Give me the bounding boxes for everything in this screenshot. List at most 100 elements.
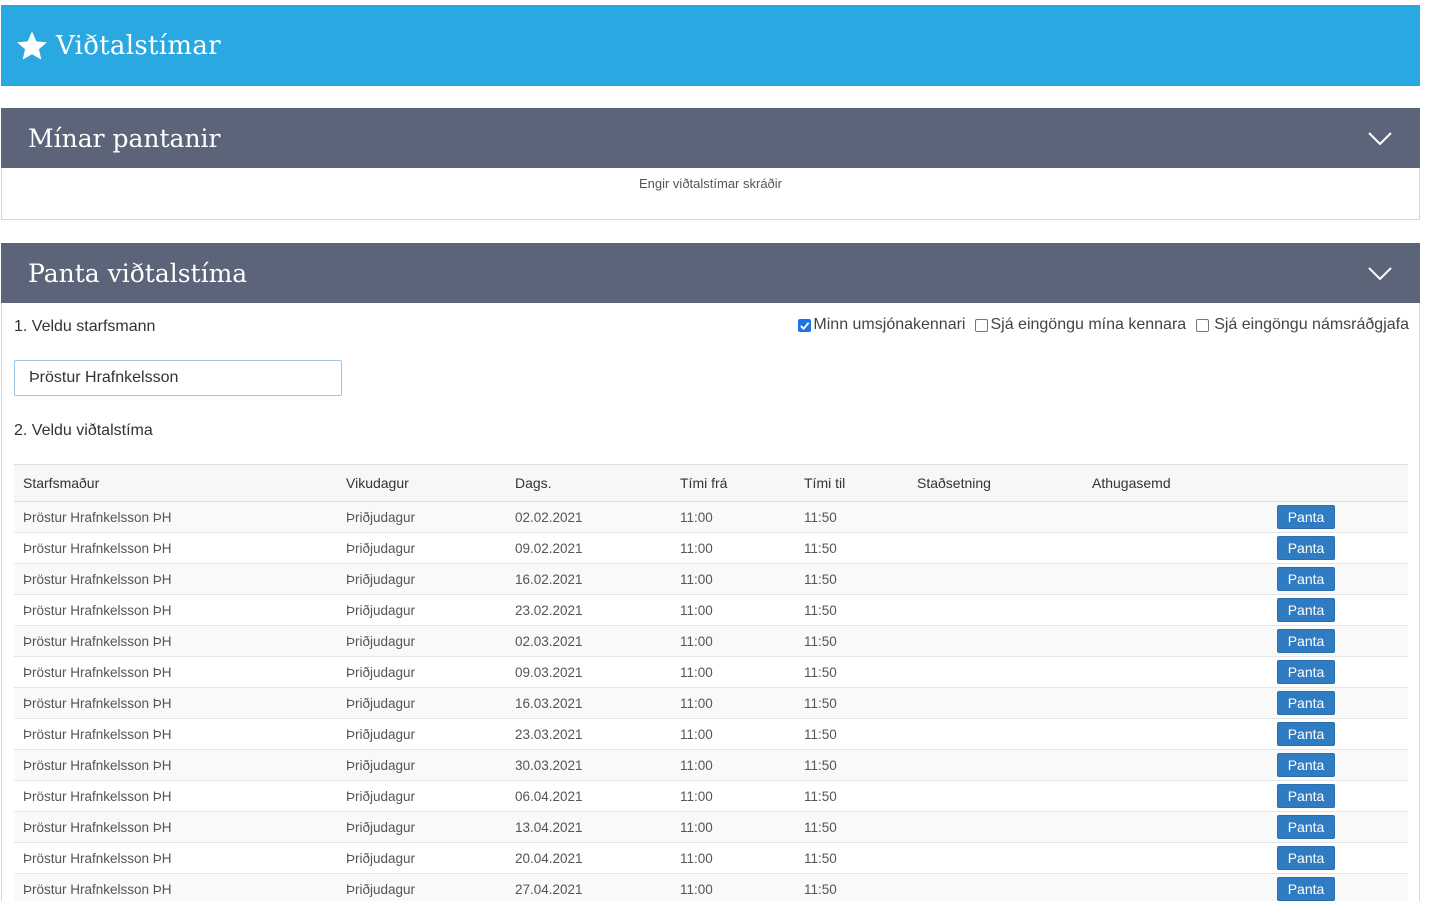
my-bookings-header[interactable]: Mínar pantanir (1, 108, 1420, 168)
page: Viðtalstímar Mínar pantanir Engir viðtal… (0, 0, 1429, 901)
cell-time-to: 11:50 (795, 594, 908, 626)
table-row: Þröstur Hrafnkelsson ÞH Þriðjudagur 02.03.… (14, 625, 1408, 657)
table-row: Þröstur Hrafnkelsson ÞH Þriðjudagur 16.02.… (14, 563, 1408, 595)
cell-staff: Þröstur Hrafnkelsson ÞH (14, 873, 337, 901)
chevron-down-icon[interactable] (1366, 259, 1394, 287)
cell-time-from: 11:00 (671, 780, 795, 812)
cell-action: Panta (1268, 811, 1408, 843)
book-button[interactable]: Panta (1277, 536, 1335, 560)
col-header-location: Staðsetning (908, 464, 1083, 502)
book-appointment-header[interactable]: Panta viðtalstíma (1, 243, 1420, 303)
book-button[interactable]: Panta (1277, 815, 1335, 839)
cell-action: Panta (1268, 532, 1408, 564)
cell-note (1083, 563, 1268, 595)
cell-time-to: 11:50 (795, 842, 908, 874)
table-row: Þröstur Hrafnkelsson ÞH Þriðjudagur 30.03.… (14, 749, 1408, 781)
cell-location (908, 687, 1083, 719)
cell-time-from: 11:00 (671, 811, 795, 843)
cell-date: 23.03.2021 (506, 718, 671, 750)
cell-time-from: 11:00 (671, 718, 795, 750)
staff-input[interactable] (14, 360, 342, 396)
filter-my-teachers[interactable]: Sjá eingöngu mína kennara (975, 316, 1186, 334)
cell-weekday: Þriðjudagur (337, 563, 506, 595)
cell-staff: Þröstur Hrafnkelsson ÞH (14, 563, 337, 595)
book-button[interactable]: Panta (1277, 629, 1335, 653)
cell-staff: Þröstur Hrafnkelsson ÞH (14, 780, 337, 812)
cell-location (908, 718, 1083, 750)
cell-date: 20.04.2021 (506, 842, 671, 874)
cell-location (908, 811, 1083, 843)
cell-time-from: 11:00 (671, 532, 795, 564)
cell-date: 30.03.2021 (506, 749, 671, 781)
book-appointment-body: 1. Veldu starfsmann Minn umsjónakennari … (1, 303, 1420, 901)
cell-location (908, 656, 1083, 688)
cell-action: Panta (1268, 873, 1408, 901)
cell-date: 16.02.2021 (506, 563, 671, 595)
table-row: Þröstur Hrafnkelsson ÞH Þriðjudagur 23.02.… (14, 594, 1408, 626)
cell-date: 06.04.2021 (506, 780, 671, 812)
cell-action: Panta (1268, 656, 1408, 688)
filter-counselors[interactable]: Sjá eingöngu námsráðgjafa (1196, 316, 1409, 334)
table-row: Þröstur Hrafnkelsson ÞH Þriðjudagur 06.04.… (14, 780, 1408, 812)
cell-location (908, 532, 1083, 564)
cell-staff: Þröstur Hrafnkelsson ÞH (14, 811, 337, 843)
col-header-weekday: Vikudagur (337, 464, 506, 502)
cell-location (908, 780, 1083, 812)
empty-bookings-text: Engir viðtalstímar skráðir (638, 176, 783, 191)
book-button[interactable]: Panta (1277, 846, 1335, 870)
book-button[interactable]: Panta (1277, 598, 1335, 622)
cell-time-from: 11:00 (671, 873, 795, 901)
filter-my-supervisor[interactable]: Minn umsjónakennari (798, 316, 965, 334)
cell-note (1083, 718, 1268, 750)
cell-location (908, 842, 1083, 874)
book-button[interactable]: Panta (1277, 722, 1335, 746)
cell-weekday: Þriðjudagur (337, 594, 506, 626)
appointments-rows: Þröstur Hrafnkelsson ÞH Þriðjudagur 02.02.… (14, 501, 1408, 901)
table-header-row: Starfsmaður Vikudagur Dags. Tími frá Tím… (14, 464, 1408, 502)
page-title: Viðtalstímar (56, 30, 221, 61)
cell-time-to: 11:50 (795, 625, 908, 657)
cell-weekday: Þriðjudagur (337, 780, 506, 812)
book-button[interactable]: Panta (1277, 877, 1335, 901)
checkbox-my-supervisor[interactable] (798, 318, 812, 332)
table-row: Þröstur Hrafnkelsson ÞH Þriðjudagur 27.04.… (14, 873, 1408, 901)
book-button[interactable]: Panta (1277, 567, 1335, 591)
cell-time-from: 11:00 (671, 563, 795, 595)
book-button[interactable]: Panta (1277, 784, 1335, 808)
cell-time-to: 11:50 (795, 563, 908, 595)
book-button[interactable]: Panta (1277, 660, 1335, 684)
cell-location (908, 749, 1083, 781)
chevron-down-icon[interactable] (1366, 124, 1394, 152)
checkbox-counselors[interactable] (1196, 318, 1210, 332)
cell-weekday: Þriðjudagur (337, 687, 506, 719)
col-header-from: Tími frá (671, 464, 795, 502)
cell-location (908, 625, 1083, 657)
staff-filters: Minn umsjónakennari Sjá eingöngu mína ke… (788, 316, 1409, 334)
cell-staff: Þröstur Hrafnkelsson ÞH (14, 501, 337, 533)
book-button[interactable]: Panta (1277, 505, 1335, 529)
cell-weekday: Þriðjudagur (337, 811, 506, 843)
col-header-to: Tími til (795, 464, 908, 502)
cell-staff: Þröstur Hrafnkelsson ÞH (14, 625, 337, 657)
col-header-note: Athugasemd (1083, 464, 1268, 502)
cell-time-from: 11:00 (671, 594, 795, 626)
cell-weekday: Þriðjudagur (337, 718, 506, 750)
cell-weekday: Þriðjudagur (337, 625, 506, 657)
col-header-date: Dags. (506, 464, 671, 502)
table-row: Þröstur Hrafnkelsson ÞH Þriðjudagur 20.04.… (14, 842, 1408, 874)
cell-note (1083, 532, 1268, 564)
cell-date: 09.03.2021 (506, 656, 671, 688)
cell-action: Panta (1268, 749, 1408, 781)
book-button[interactable]: Panta (1277, 753, 1335, 777)
cell-date: 02.02.2021 (506, 501, 671, 533)
step1-label: 1. Veldu starfsmann (14, 318, 156, 335)
cell-weekday: Þriðjudagur (337, 873, 506, 901)
cell-time-from: 11:00 (671, 501, 795, 533)
cell-time-to: 11:50 (795, 811, 908, 843)
book-button[interactable]: Panta (1277, 691, 1335, 715)
cell-note (1083, 811, 1268, 843)
cell-time-from: 11:00 (671, 687, 795, 719)
checkbox-my-teachers[interactable] (975, 318, 989, 332)
table-row: Þröstur Hrafnkelsson ÞH Þriðjudagur 09.02.… (14, 532, 1408, 564)
cell-staff: Þröstur Hrafnkelsson ÞH (14, 842, 337, 874)
